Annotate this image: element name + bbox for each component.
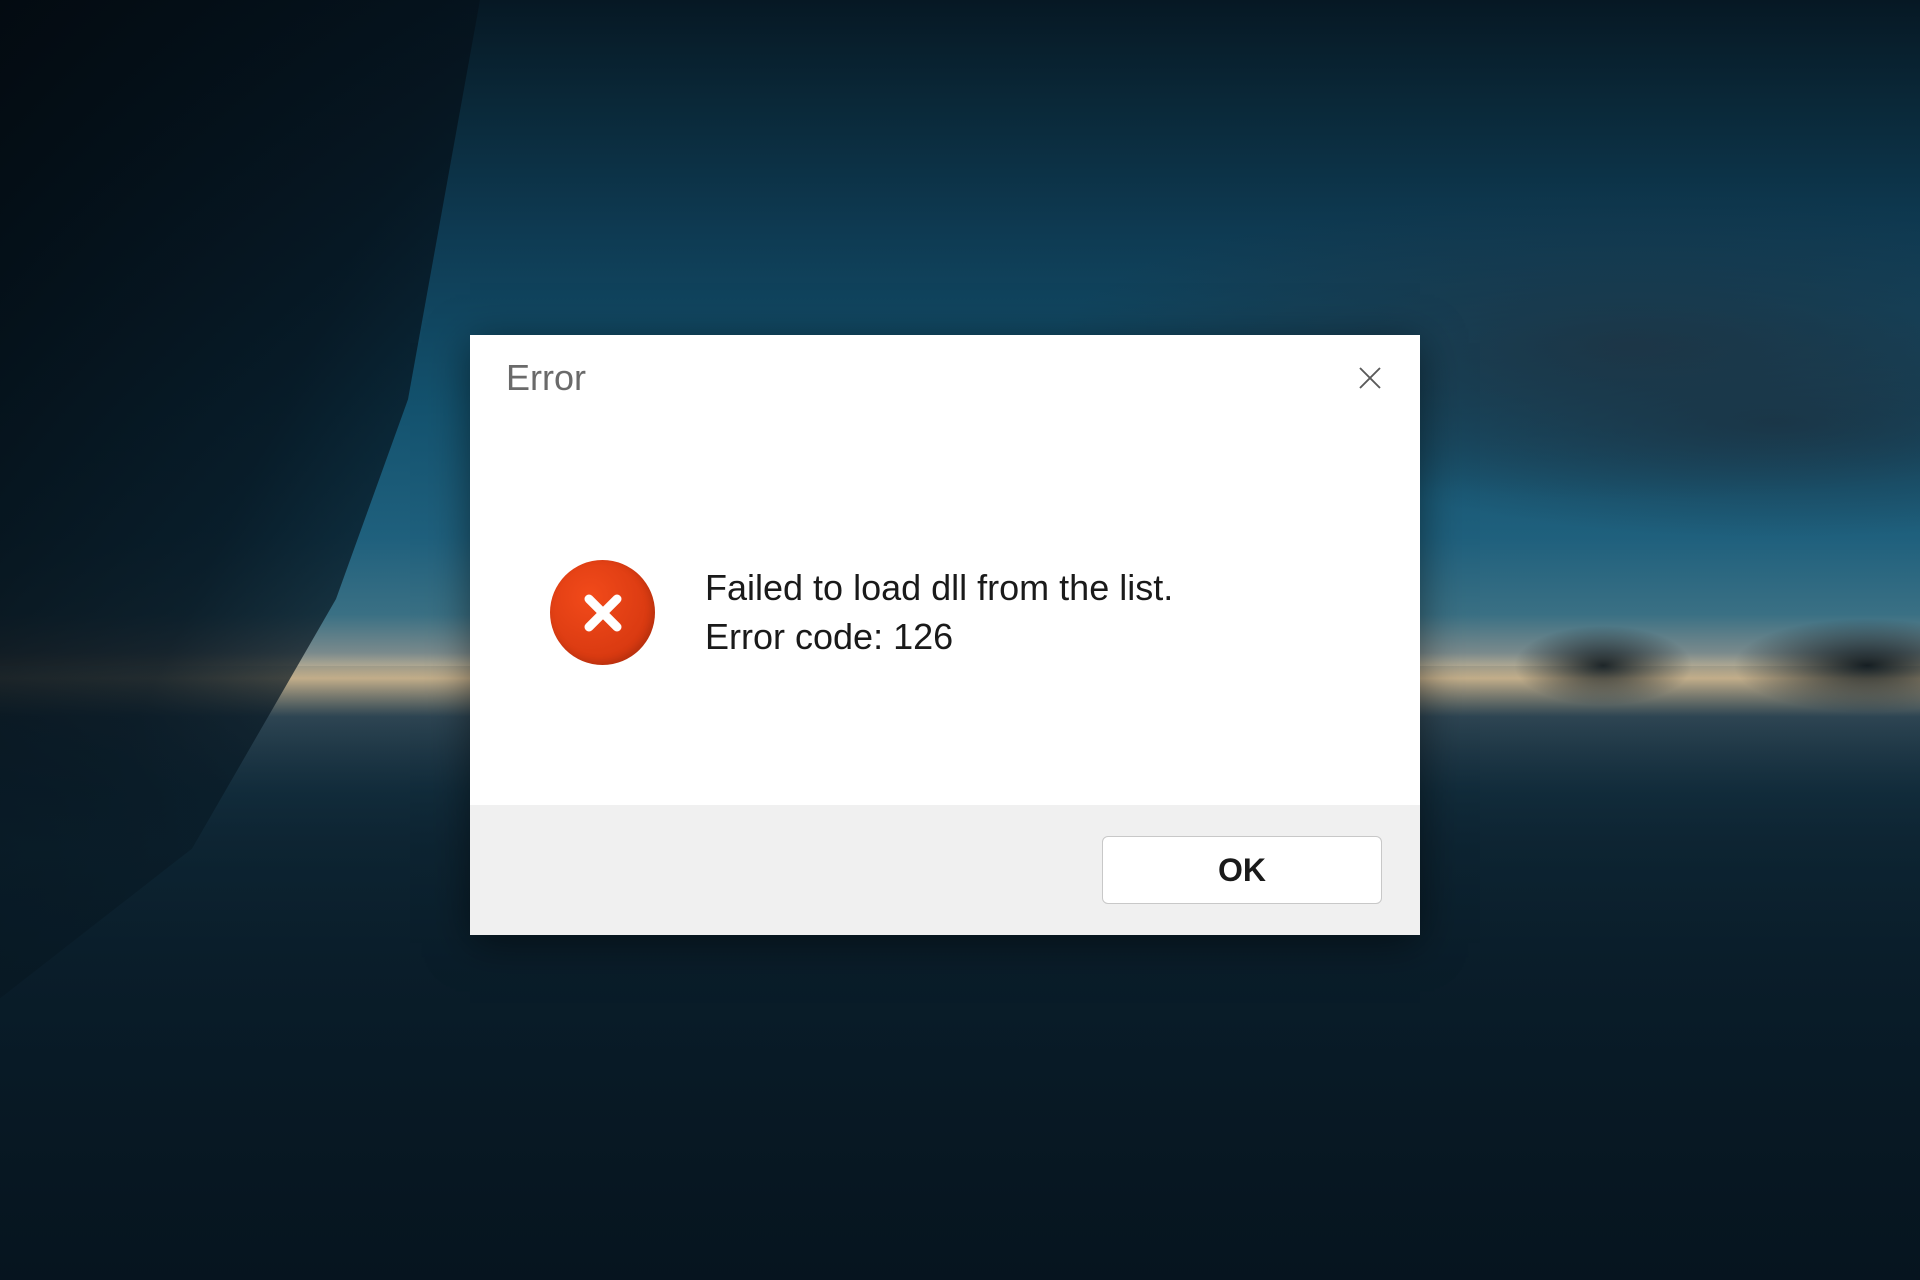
ok-button[interactable]: OK (1102, 836, 1382, 904)
dialog-titlebar: Error (470, 335, 1420, 420)
error-message-line2: Error code: 126 (705, 613, 1173, 662)
close-button[interactable] (1348, 356, 1392, 400)
error-icon (550, 560, 655, 665)
dialog-footer: OK (470, 805, 1420, 935)
close-icon (1355, 363, 1385, 393)
dialog-title: Error (506, 357, 586, 399)
x-icon (579, 589, 627, 637)
error-message-line1: Failed to load dll from the list. (705, 564, 1173, 613)
error-message: Failed to load dll from the list. Error … (705, 564, 1173, 661)
dialog-content: Failed to load dll from the list. Error … (470, 420, 1420, 805)
error-dialog: Error Failed to load dll from the list. … (470, 335, 1420, 935)
